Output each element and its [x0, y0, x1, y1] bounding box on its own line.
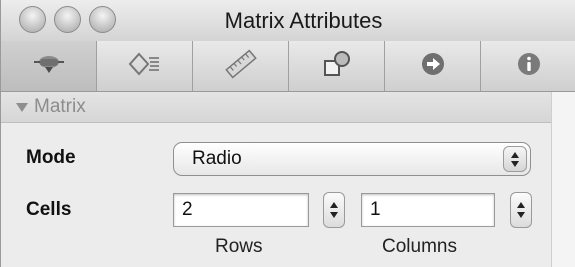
- tab-attributes[interactable]: [1, 41, 97, 91]
- scroll-edge: [551, 92, 575, 267]
- tab-size[interactable]: [193, 41, 289, 91]
- identity-info-icon: [511, 49, 547, 84]
- mode-label: Mode: [26, 147, 76, 168]
- mode-value: Radio: [192, 148, 242, 169]
- stepper-up-icon: [330, 202, 338, 208]
- stepper-down-icon: [330, 212, 338, 218]
- window-title: Matrix Attributes: [224, 8, 383, 33]
- rows-field[interactable]: [173, 193, 309, 227]
- connections-icon: [319, 49, 355, 84]
- stepper-down-icon: [517, 212, 525, 218]
- inspector-window: Matrix Attributes Matrix Mode Radio Cell…: [0, 0, 575, 267]
- section-title: Matrix: [34, 96, 86, 117]
- columns-stepper[interactable]: [510, 192, 532, 228]
- tab-connections[interactable]: [289, 41, 385, 91]
- tab-bindings[interactable]: [385, 41, 481, 91]
- columns-label: Columns: [382, 236, 457, 257]
- tab-identity[interactable]: [481, 41, 575, 91]
- size-ruler-icon: [223, 48, 259, 84]
- popup-arrows-icon: [503, 146, 527, 172]
- mode-popup-button[interactable]: Radio: [173, 142, 531, 176]
- inspector-toolbar: [1, 41, 575, 92]
- bindings-arrow-icon: [415, 49, 451, 84]
- cells-label: Cells: [26, 199, 72, 220]
- effects-icon: [127, 49, 163, 84]
- matrix-section-header[interactable]: Matrix: [1, 92, 551, 123]
- title-bar: Matrix Attributes: [1, 0, 575, 42]
- columns-field[interactable]: [361, 193, 495, 227]
- rows-stepper[interactable]: [323, 192, 345, 228]
- disclosure-triangle-icon[interactable]: [16, 102, 28, 112]
- attributes-icon: [31, 49, 67, 84]
- tab-effects[interactable]: [97, 41, 193, 91]
- rows-label: Rows: [215, 236, 263, 257]
- stepper-up-icon: [517, 202, 525, 208]
